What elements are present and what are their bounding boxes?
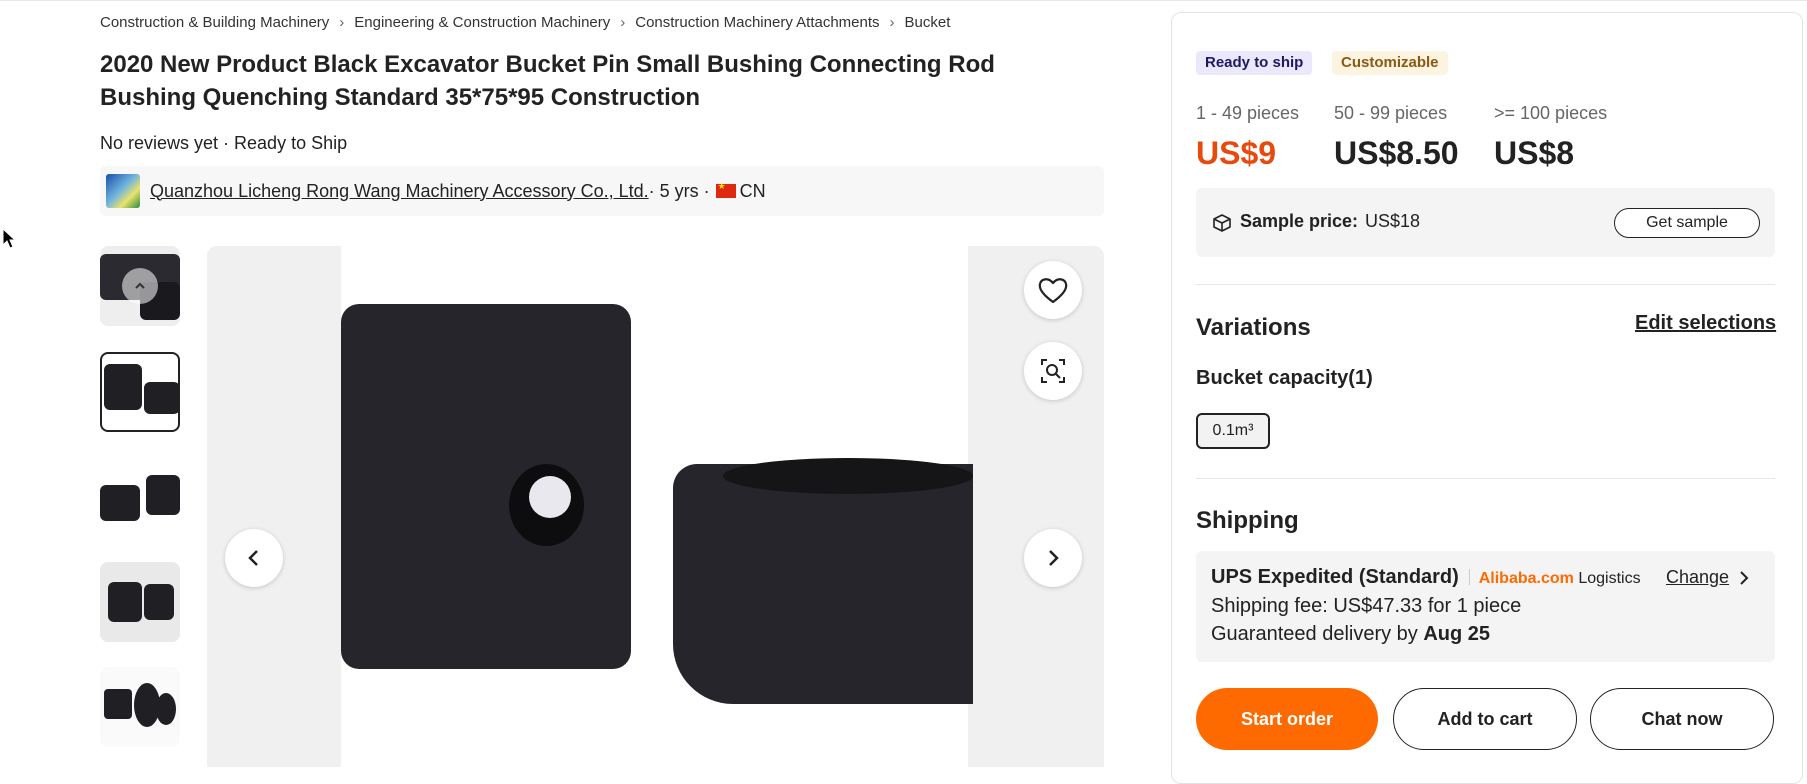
alibaba-logo: Alibaba.com <box>1478 570 1574 587</box>
china-flag-icon <box>715 181 736 198</box>
variations-heading: Variations <box>1196 314 1311 341</box>
chevron-right-icon: › <box>339 14 345 31</box>
purchase-panel: Ready to ship Customizable 1 - 49 pieces… <box>1171 12 1803 784</box>
breadcrumb-item[interactable]: Engineering & Construction Machinery <box>354 14 610 31</box>
breadcrumb-item[interactable]: Bucket <box>905 14 951 31</box>
customizable-badge: Customizable <box>1332 51 1448 75</box>
bushing-cylinder <box>673 458 973 704</box>
thumbnail-image[interactable] <box>100 457 180 537</box>
divider <box>1196 478 1775 479</box>
thumbnail-image[interactable] <box>100 352 180 432</box>
image-search-button[interactable] <box>1024 342 1082 400</box>
favorite-button[interactable] <box>1024 261 1082 319</box>
image-search-icon <box>1041 359 1065 383</box>
chevron-right-icon: › <box>889 14 895 31</box>
sample-price-box: Sample price: US$18 Get sample <box>1196 188 1775 257</box>
chat-now-button[interactable]: Chat now <box>1590 688 1774 750</box>
supplier-years: · 5 yrs · <box>648 180 710 201</box>
play-icon <box>122 268 158 304</box>
chevron-left-icon <box>248 550 258 566</box>
sample-price-label: Sample price: <box>1240 211 1359 231</box>
supplier-link[interactable]: Quanzhou Licheng Rong Wang Machinery Acc… <box>150 181 649 202</box>
thumbnail-video[interactable] <box>100 246 180 326</box>
shipping-fee: Shipping fee: US$47.33 for 1 piece <box>1211 595 1522 617</box>
heart-icon <box>1038 278 1068 304</box>
shipping-heading: Shipping <box>1196 507 1299 534</box>
product-photo <box>341 246 973 767</box>
capacity-option[interactable]: 0.1m³ <box>1196 413 1270 449</box>
bucket-capacity-label: Bucket capacity(1) <box>1196 367 1373 389</box>
thumbnail-image[interactable] <box>100 562 180 642</box>
change-label: Change <box>1666 567 1730 587</box>
previous-image-button[interactable] <box>225 529 283 587</box>
chevron-right-icon: › <box>620 14 626 31</box>
breadcrumb-item[interactable]: Construction & Building Machinery <box>100 14 329 31</box>
product-image-viewer[interactable] <box>207 246 1104 767</box>
thumbnail-image[interactable] <box>100 667 180 747</box>
supplier-logo[interactable] <box>106 174 140 208</box>
get-sample-button[interactable]: Get sample <box>1614 208 1760 238</box>
breadcrumb-item[interactable]: Construction Machinery Attachments <box>635 14 879 31</box>
review-status: No reviews yet · Ready to Ship <box>100 133 348 153</box>
bushing-hole <box>509 464 584 546</box>
shipping-box: UPS Expedited (Standard) Alibaba.com Log… <box>1196 551 1775 662</box>
supplier-bar: Quanzhou Licheng Rong Wang Machinery Acc… <box>100 166 1104 216</box>
divider <box>1469 569 1471 585</box>
ready-to-ship-badge: Ready to ship <box>1196 51 1313 75</box>
delivery-estimate: Guaranteed delivery by Aug 25 <box>1211 623 1490 646</box>
mouse-cursor-icon <box>2 228 16 249</box>
edit-selections-link[interactable]: Edit selections <box>1635 312 1776 335</box>
divider <box>1196 284 1775 285</box>
supplier-country: CN <box>739 180 766 201</box>
bushing-block <box>341 304 631 669</box>
start-order-button[interactable]: Start order <box>1196 688 1378 750</box>
add-to-cart-button[interactable]: Add to cart <box>1393 688 1577 750</box>
chevron-right-icon <box>1740 570 1749 585</box>
delivery-date: Aug 25 <box>1423 623 1491 645</box>
tier-price: US$8.50 <box>1334 135 1459 171</box>
product-title: 2020 New Product Black Excavator Bucket … <box>100 51 995 111</box>
logistics-label: Logistics <box>1578 570 1641 587</box>
change-shipping-link[interactable]: Change <box>1666 567 1749 588</box>
tier-price: US$9 <box>1196 135 1277 171</box>
next-image-button[interactable] <box>1024 529 1082 587</box>
shipping-method: UPS Expedited (Standard) <box>1211 566 1459 588</box>
tier-quantity: >= 100 pieces <box>1494 103 1608 123</box>
tier-quantity: 50 - 99 pieces <box>1334 103 1448 123</box>
box-icon <box>1213 214 1231 232</box>
chevron-right-icon <box>1049 550 1059 566</box>
tier-price: US$8 <box>1494 135 1575 171</box>
breadcrumb: Construction & Building Machinery › Engi… <box>100 14 950 31</box>
sample-price-value: US$18 <box>1365 211 1421 231</box>
tier-quantity: 1 - 49 pieces <box>1196 103 1300 123</box>
top-divider <box>0 0 1807 4</box>
delivery-prefix: Guaranteed delivery by <box>1211 623 1424 645</box>
